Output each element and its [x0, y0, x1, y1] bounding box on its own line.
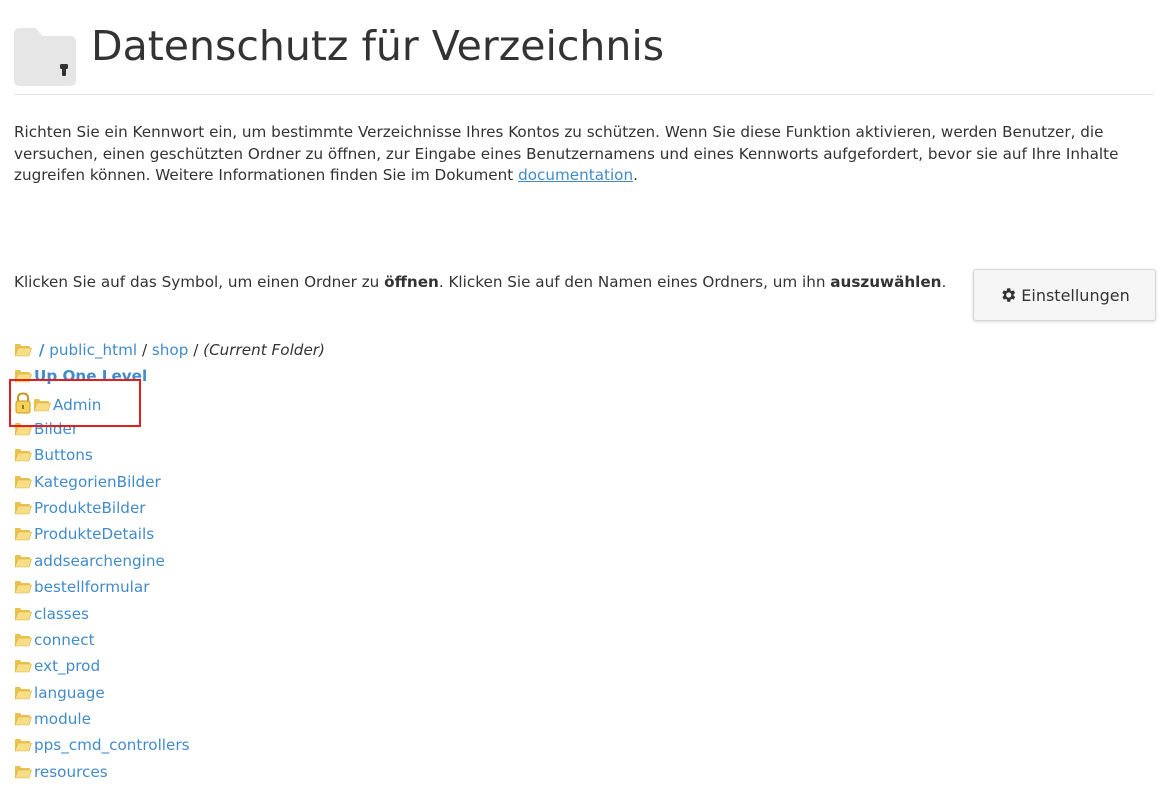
instruction-text: Klicken Sie auf das Symbol, um einen Ord… — [14, 272, 964, 294]
open-folder-icon[interactable] — [14, 738, 32, 752]
breadcrumb-separator: / — [193, 341, 199, 359]
highlight-box-admin — [9, 379, 141, 427]
breadcrumb: / public_html / shop / (Current Folder) — [14, 340, 325, 360]
open-folder-icon[interactable] — [14, 475, 32, 489]
open-folder-icon[interactable] — [14, 607, 32, 621]
folder-link[interactable]: module — [34, 710, 91, 728]
open-folder-icon[interactable] — [14, 448, 32, 462]
open-folder-icon[interactable] — [14, 633, 32, 647]
instruction-part1: Klicken Sie auf das Symbol, um einen Ord… — [14, 273, 385, 291]
intro-text-end: . — [633, 166, 638, 184]
documentation-link[interactable]: documentation — [518, 166, 633, 184]
breadcrumb-separator: / — [141, 341, 148, 359]
page-header: Datenschutz für Verzeichnis — [14, 12, 1154, 95]
gear-icon — [1002, 288, 1016, 302]
folder-link[interactable]: KategorienBilder — [34, 473, 161, 491]
open-folder-icon[interactable] — [14, 501, 32, 515]
page: Datenschutz für Verzeichnis Richten Sie … — [0, 0, 1162, 791]
open-folder-icon[interactable] — [14, 580, 32, 594]
open-folder-icon[interactable] — [14, 527, 32, 541]
list-item: Buttons — [14, 445, 190, 471]
instruction-part2: . Klicken Sie auf den Namen eines Ordner… — [438, 273, 831, 291]
folder-lock-icon — [14, 28, 76, 86]
instruction-select-word: auszuwählen — [830, 273, 942, 291]
breadcrumb-shop-link[interactable]: shop — [152, 341, 188, 359]
open-folder-icon[interactable] — [14, 554, 32, 568]
folder-link[interactable]: ProdukteDetails — [34, 525, 154, 543]
folder-link[interactable]: ProdukteBilder — [34, 499, 146, 517]
folder-link[interactable]: Buttons — [34, 446, 93, 464]
page-title: Datenschutz für Verzeichnis — [91, 22, 665, 70]
list-item: resources — [14, 762, 190, 788]
folder-link[interactable]: classes — [34, 605, 89, 623]
breadcrumb-public-html-link[interactable]: public_html — [49, 341, 137, 359]
folder-link[interactable]: resources — [34, 763, 108, 781]
open-folder-icon[interactable] — [14, 765, 32, 779]
settings-button-label: Einstellungen — [1021, 285, 1130, 305]
list-item: pps_cmd_controllers — [14, 735, 190, 761]
breadcrumb-root-link[interactable]: / — [39, 341, 45, 359]
folder-list: Up One Level Admin Bilder Buttons Katego… — [14, 366, 190, 788]
folder-link[interactable]: connect — [34, 631, 95, 649]
list-item: KategorienBilder — [14, 472, 190, 498]
folder-link[interactable]: language — [34, 684, 105, 702]
folder-link[interactable]: pps_cmd_controllers — [34, 736, 190, 754]
folder-link[interactable]: bestellformular — [34, 578, 149, 596]
open-folder-icon[interactable] — [14, 712, 32, 726]
instruction-part3: . — [941, 273, 947, 291]
folder-link[interactable]: ext_prod — [34, 657, 100, 675]
list-item: connect — [14, 630, 190, 656]
breadcrumb-current-folder: (Current Folder) — [203, 341, 325, 359]
instruction-open-word: öffnen — [384, 273, 439, 291]
open-folder-icon[interactable] — [14, 686, 32, 700]
list-item: addsearchengine — [14, 551, 190, 577]
intro-text: Richten Sie ein Kennwort ein, um bestimm… — [14, 122, 1150, 187]
list-item: module — [14, 709, 190, 735]
list-item: language — [14, 683, 190, 709]
list-item: bestellformular — [14, 577, 190, 603]
list-item: classes — [14, 604, 190, 630]
folder-link[interactable]: addsearchengine — [34, 552, 165, 570]
list-item: ProdukteDetails — [14, 524, 190, 550]
open-folder-icon — [14, 344, 32, 357]
list-item: ext_prod — [14, 656, 190, 682]
list-item: ProdukteBilder — [14, 498, 190, 524]
settings-button[interactable]: Einstellungen — [973, 269, 1156, 321]
open-folder-icon[interactable] — [14, 659, 32, 673]
